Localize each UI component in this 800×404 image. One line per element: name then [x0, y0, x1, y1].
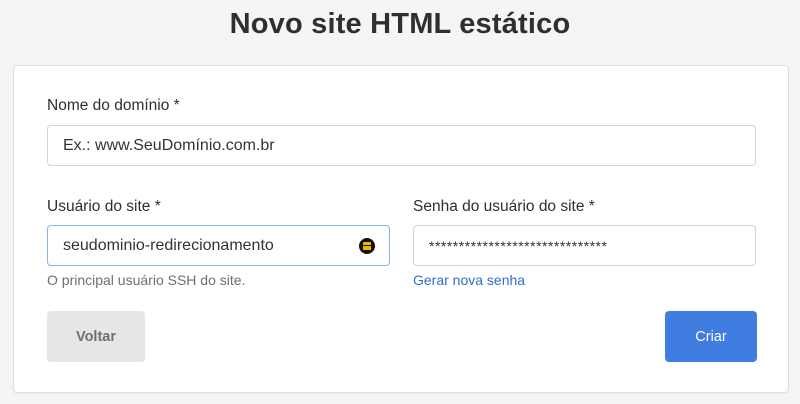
- generate-password-link[interactable]: Gerar nova senha: [413, 272, 525, 288]
- create-button[interactable]: Criar: [665, 311, 757, 362]
- site-password-value: ******************************: [429, 237, 608, 254]
- site-user-input[interactable]: seudominio-redirecionamento: [47, 225, 390, 266]
- site-password-input[interactable]: ******************************: [413, 225, 756, 266]
- site-password-label: Senha do usuário do site *: [413, 198, 595, 215]
- domain-label: Nome do domínio *: [47, 97, 180, 114]
- site-user-help: O principal usuário SSH do site.: [47, 272, 246, 288]
- page-title: Novo site HTML estático: [229, 8, 571, 40]
- site-user-value: seudominio-redirecionamento: [63, 236, 274, 254]
- domain-input[interactable]: Ex.: www.SeuDomínio.com.br: [47, 125, 756, 166]
- site-form-card: Nome do domínio * Ex.: www.SeuDomínio.co…: [13, 65, 789, 393]
- password-manager-icon[interactable]: [359, 238, 375, 254]
- site-user-label: Usuário do site *: [47, 198, 161, 215]
- domain-placeholder: Ex.: www.SeuDomínio.com.br: [63, 136, 275, 154]
- back-button[interactable]: Voltar: [47, 311, 145, 362]
